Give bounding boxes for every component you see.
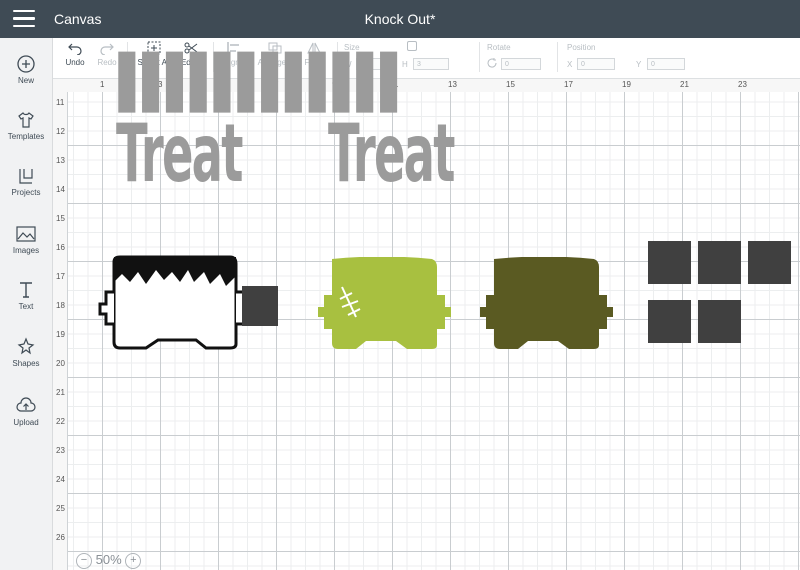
zoom-level: 50% — [95, 552, 122, 567]
text-icon — [20, 282, 32, 298]
rotate-label: Rotate — [487, 43, 511, 52]
ruler-label: 13 — [56, 156, 65, 165]
green-head-shape[interactable] — [312, 257, 462, 352]
dark-square-shape[interactable] — [648, 300, 691, 343]
height-label: H — [402, 60, 408, 69]
sidebar-item-label: Upload — [13, 418, 39, 427]
treat-text-shape[interactable]: Treat — [116, 114, 243, 194]
hamburger-icon[interactable] — [13, 10, 35, 28]
app-title: Canvas — [54, 11, 102, 27]
cropped-text-shape[interactable]: ▮▮▮▮▮▮▮▮▮▮▮▮ — [114, 36, 400, 114]
dark-square-shape[interactable] — [748, 241, 791, 284]
treat-text-shape[interactable]: Treat — [328, 114, 455, 194]
sidebar-item-label: Templates — [7, 132, 45, 141]
sidebar-item-label: Text — [18, 302, 34, 311]
sidebar-item-text[interactable]: Text — [0, 280, 52, 311]
sidebar-item-images[interactable]: Images — [0, 224, 52, 255]
shapes-icon — [17, 337, 35, 355]
canvas-grid[interactable]: ▮▮▮▮▮▮▮▮▮▮▮▮ Treat Treat — [68, 36, 800, 570]
zoom-control: − 50% + — [76, 552, 142, 569]
ruler-label: 19 — [56, 330, 65, 339]
redo-icon — [100, 43, 114, 55]
height-field[interactable]: 3 — [413, 58, 449, 70]
ruler-label: 1 — [100, 80, 105, 89]
position-label: Position — [567, 43, 596, 52]
y-field[interactable]: 0 — [647, 58, 685, 70]
ruler-label: 20 — [56, 359, 65, 368]
ruler-label: 18 — [56, 301, 65, 310]
sidebar-item-templates[interactable]: Templates — [0, 110, 52, 141]
olive-head-shape[interactable] — [474, 257, 624, 352]
sidebar-item-upload[interactable]: Upload — [0, 396, 52, 427]
ruler-label: 15 — [506, 80, 515, 89]
projects-icon — [19, 169, 33, 184]
ruler-label: 23 — [56, 446, 65, 455]
ruler-label: 16 — [56, 243, 65, 252]
ruler-label: 12 — [56, 127, 65, 136]
image-icon — [16, 226, 36, 242]
dark-square-shape[interactable] — [698, 241, 741, 284]
x-field[interactable]: 0 — [577, 58, 615, 70]
ruler-label: 17 — [564, 80, 573, 89]
ruler-label: 21 — [680, 80, 689, 89]
ruler-label: 13 — [448, 80, 457, 89]
ruler-label: 21 — [56, 388, 65, 397]
undo-button[interactable]: Undo — [61, 41, 89, 67]
ruler-label: 11 — [56, 98, 65, 107]
ruler-label: 25 — [56, 504, 65, 513]
ruler-label: 19 — [622, 80, 631, 89]
frankenstein-outline-shape[interactable] — [94, 252, 279, 352]
ruler-label: 26 — [56, 533, 65, 542]
left-sidebar: New Templates Projects Images Text Shape… — [0, 38, 53, 570]
rotate-icon — [487, 58, 497, 68]
left-ruler: 11 12 13 14 15 16 17 18 19 20 21 22 23 2… — [53, 92, 68, 570]
dark-square-shape[interactable] — [698, 300, 741, 343]
ruler-label: 24 — [56, 475, 65, 484]
toolbar-divider — [557, 42, 558, 72]
top-bar: Canvas Knock Out* — [0, 0, 800, 38]
sidebar-item-new[interactable]: New — [0, 54, 52, 85]
sidebar-item-label: Shapes — [12, 359, 40, 368]
undo-icon — [68, 43, 82, 55]
y-label: Y — [636, 60, 642, 69]
plus-circle-icon — [17, 55, 35, 73]
tshirt-icon — [18, 112, 34, 128]
undo-label: Undo — [65, 58, 85, 67]
zoom-out-button[interactable]: − — [76, 552, 92, 569]
zoom-in-button[interactable]: + — [125, 552, 142, 569]
ruler-label: 17 — [56, 272, 65, 281]
sidebar-item-label: New — [17, 76, 34, 85]
sidebar-item-label: Projects — [11, 188, 41, 197]
toolbar-divider — [479, 42, 480, 72]
ruler-label: 23 — [738, 80, 747, 89]
upload-cloud-icon — [16, 397, 36, 412]
rotate-field[interactable]: 0 — [501, 58, 541, 70]
sidebar-item-shapes[interactable]: Shapes — [0, 337, 52, 368]
lock-icon[interactable] — [407, 41, 417, 51]
document-title: Knock Out* — [364, 11, 436, 27]
sidebar-item-label: Images — [12, 246, 40, 255]
sidebar-item-projects[interactable]: Projects — [0, 166, 52, 197]
dark-square-shape[interactable] — [648, 241, 691, 284]
ruler-label: 22 — [56, 417, 65, 426]
x-label: X — [567, 60, 573, 69]
ruler-label: 14 — [56, 185, 65, 194]
ruler-label: 15 — [56, 214, 65, 223]
